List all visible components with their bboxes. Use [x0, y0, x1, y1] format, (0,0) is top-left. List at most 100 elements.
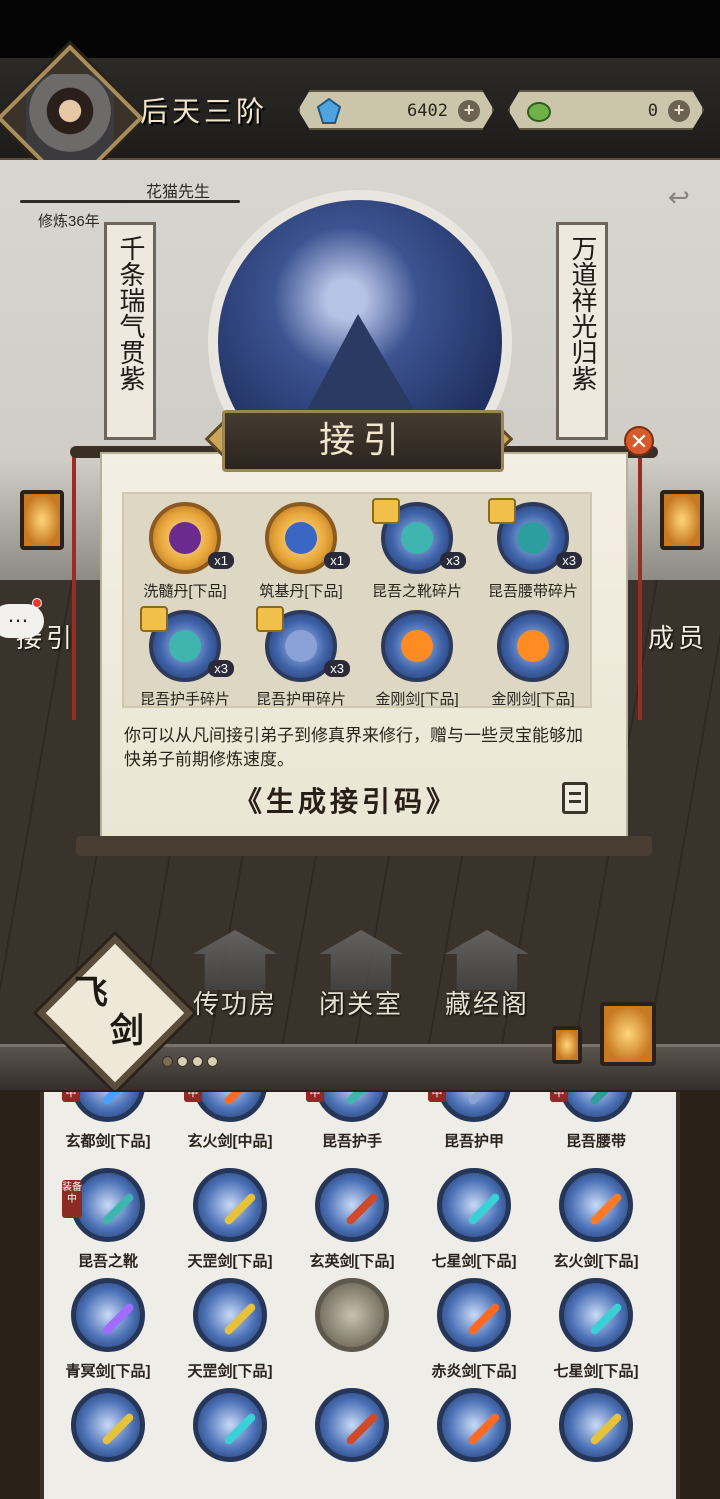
inventory-item[interactable]: 中玄都剑[下品]: [48, 1092, 168, 1156]
inventory-item[interactable]: 天罡剑[下品]: [170, 1278, 290, 1386]
reward-quantity: x3: [208, 660, 234, 677]
page-dot[interactable]: [207, 1056, 218, 1067]
realm-title: 后天三阶: [140, 95, 269, 128]
fragment-puzzle-icon: [256, 606, 284, 632]
spirit-stone-icon: [316, 98, 342, 124]
reward-item[interactable]: x3 昆吾之靴碎片: [362, 498, 472, 602]
blade-art: [345, 1192, 379, 1226]
item-art: [517, 630, 549, 662]
dialog-description: 你可以从凡间接引弟子到修真界来修行，赠与一些灵宝能够加快弟子前期修炼速度。: [124, 726, 583, 769]
reward-panel: x1 洗髓丹[下品] x1 筑基丹[下品] x3 昆吾之靴碎片 x3 昆吾腰带碎片 x3 昆吾护手…: [122, 492, 592, 708]
building-training-room[interactable]: 传功房: [180, 930, 290, 1021]
building-library[interactable]: 藏经阁: [432, 930, 542, 1021]
rules-book-icon[interactable]: [562, 782, 588, 814]
item-art: [517, 522, 549, 554]
inventory-item[interactable]: 装备中 昆吾之靴: [48, 1168, 168, 1276]
sword-icon: [193, 1278, 267, 1352]
reward-item[interactable]: x1 洗髓丹[下品]: [130, 498, 240, 602]
reward-item[interactable]: 金刚剑[下品]: [362, 606, 472, 710]
blade-art: [101, 1412, 135, 1446]
inventory-item[interactable]: 七星剑[下品]: [536, 1278, 656, 1386]
red-cord: [72, 450, 76, 720]
generate-code-button[interactable]: 《生成接引码》: [234, 780, 458, 820]
reward-icon: [381, 610, 453, 682]
sword-icon: [193, 1168, 267, 1242]
lantern-small: [552, 1026, 582, 1064]
sword-icon: [559, 1278, 633, 1352]
sword-icon: [315, 1168, 389, 1242]
reward-label: 昆吾护甲碎片: [255, 691, 346, 708]
inventory-item[interactable]: 中玄火剑[中品]: [170, 1092, 290, 1156]
sword-icon: [315, 1388, 389, 1462]
reward-label: 昆吾腰带碎片: [487, 583, 578, 600]
page-dot[interactable]: [192, 1056, 203, 1067]
equipped-tag: 中: [550, 1092, 568, 1102]
reward-quantity: x3: [440, 552, 466, 569]
inventory-item-name: 昆吾之靴: [77, 1253, 138, 1270]
name-underline: [20, 200, 240, 203]
inventory-item[interactable]: [48, 1388, 168, 1496]
inventory-item[interactable]: [536, 1388, 656, 1496]
page-dot[interactable]: [162, 1056, 173, 1067]
fly-sword-label: 飞 剑: [70, 974, 144, 1050]
item-art: [169, 630, 201, 662]
right-couplet-text: 万道祥光归紫: [567, 235, 597, 391]
pavilion-icon: [445, 930, 529, 990]
inventory-item[interactable]: 中昆吾护手: [292, 1092, 412, 1156]
fly-sword-char: 飞: [74, 973, 108, 1013]
blade-art: [345, 1412, 379, 1446]
add-jade-button[interactable]: +: [668, 100, 690, 122]
pavilion-icon: [319, 930, 403, 990]
reward-item[interactable]: x3 昆吾护手碎片: [130, 606, 240, 710]
reward-item[interactable]: x1 筑基丹[下品]: [246, 498, 356, 602]
fly-sword-char: 剑: [110, 1011, 144, 1051]
equipped-tag: 中: [184, 1092, 202, 1102]
blade-art: [223, 1092, 257, 1106]
blade-art: [223, 1412, 257, 1446]
inventory-item[interactable]: 中昆吾腰带: [536, 1092, 656, 1156]
inventory-item[interactable]: 七星剑[下品]: [414, 1168, 534, 1276]
blade-art: [589, 1092, 623, 1106]
inventory-item-name: 七星剑[下品]: [553, 1363, 639, 1380]
close-button[interactable]: ✕: [624, 426, 654, 456]
reward-item[interactable]: 金刚剑[下品]: [478, 606, 588, 710]
equipped-tag: 中: [428, 1092, 446, 1102]
sword-icon: [71, 1278, 145, 1352]
add-spirit-stone-button[interactable]: +: [458, 100, 480, 122]
back-arrow-icon[interactable]: ↩: [668, 182, 698, 212]
page-dot[interactable]: [177, 1056, 188, 1067]
inventory-item-name: 天罡剑[下品]: [187, 1363, 273, 1380]
reward-label: 金刚剑[下品]: [491, 691, 575, 708]
inventory-item[interactable]: 玄英剑[下品]: [292, 1168, 412, 1276]
jade-value: 0: [647, 101, 658, 121]
inventory-item-name: 昆吾护手: [321, 1133, 382, 1150]
sword-icon: [437, 1168, 511, 1242]
inventory-item[interactable]: 青冥剑[下品]: [48, 1278, 168, 1386]
reward-quantity: x3: [556, 552, 582, 569]
inventory-item[interactable]: [414, 1388, 534, 1496]
reward-label: 昆吾之靴碎片: [371, 583, 462, 600]
sword-icon: [193, 1388, 267, 1462]
recruit-dialog: 接引 ✕ x1 洗髓丹[下品] x1 筑基丹[下品] x3 昆吾之靴碎片 x3 昆吾腰带碎片 x…: [70, 410, 658, 860]
blade-art: [467, 1092, 501, 1106]
reward-item[interactable]: x3 昆吾腰带碎片: [478, 498, 588, 602]
inventory-item[interactable]: 中昆吾护甲: [414, 1092, 534, 1156]
inventory-item-name: 玄英剑[下品]: [309, 1253, 395, 1270]
item-art: [401, 630, 433, 662]
spirit-stone-counter: 6402 +: [298, 90, 494, 130]
inventory-item[interactable]: 赤炎剑[下品]: [414, 1278, 534, 1386]
reward-label: 筑基丹[下品]: [259, 583, 343, 600]
chat-button[interactable]: …: [0, 604, 44, 638]
inventory-item[interactable]: 天罡剑[下品]: [170, 1168, 290, 1276]
inventory-item[interactable]: [170, 1388, 290, 1496]
reward-icon: [497, 610, 569, 682]
members-side-button[interactable]: 成员: [648, 618, 708, 655]
inventory-item-name: 玄都剑[下品]: [65, 1133, 151, 1150]
inventory-item[interactable]: [292, 1388, 412, 1496]
inventory-item[interactable]: [292, 1278, 412, 1386]
reward-item[interactable]: x3 昆吾护甲碎片: [246, 606, 356, 710]
reward-quantity: x3: [324, 660, 350, 677]
blade-art: [467, 1412, 501, 1446]
building-retreat-room[interactable]: 闭关室: [306, 930, 416, 1021]
inventory-item[interactable]: 玄火剑[下品]: [536, 1168, 656, 1276]
